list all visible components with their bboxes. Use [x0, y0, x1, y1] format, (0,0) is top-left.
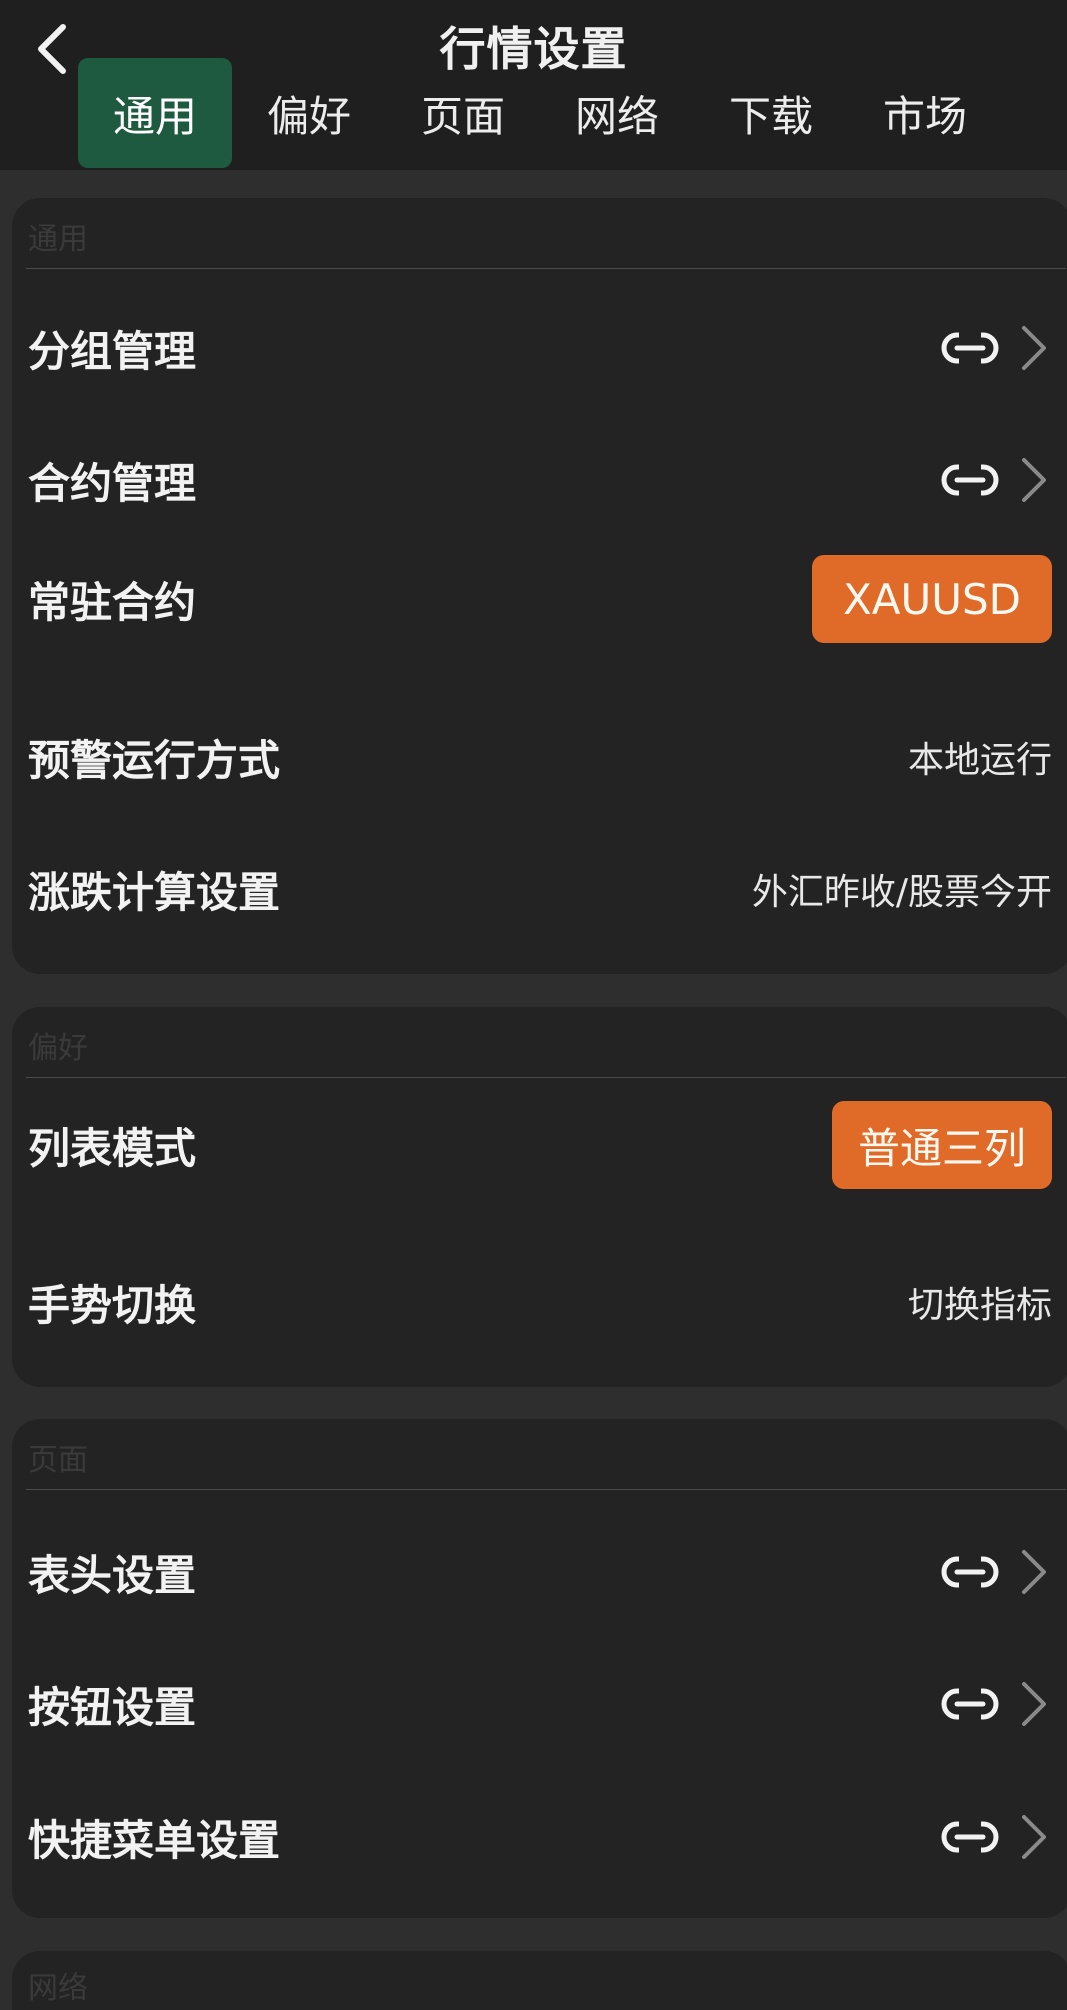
back-button[interactable]: [22, 14, 82, 84]
row-label: 表头设置: [28, 1550, 197, 1600]
tab-download[interactable]: 下载: [694, 58, 848, 168]
tab-market[interactable]: 市场: [848, 58, 1002, 168]
tab-network[interactable]: 网络: [540, 58, 694, 168]
row-actions: [940, 456, 1052, 504]
row-actions: 切换指标: [908, 1276, 1052, 1328]
row-actions: 普通三列: [832, 1101, 1052, 1189]
chevron-right-icon: [1022, 1815, 1046, 1859]
chevron-right-icon: [1022, 1682, 1046, 1726]
row-change-calculation[interactable]: 涨跌计算设置 外汇昨收/股票今开: [12, 834, 1052, 944]
tab-bar: 通用 偏好 页面 网络 下载 市场: [78, 58, 1002, 168]
row-actions: XAUUSD: [812, 555, 1052, 643]
row-label: 快捷菜单设置: [28, 1815, 281, 1865]
section-general: 通用 分组管理 合约管理 常驻合约 XAUUSD 预警运行方式 本地运行 涨跌计…: [12, 198, 1067, 974]
tab-preference[interactable]: 偏好: [232, 58, 386, 168]
row-button-settings[interactable]: 按钮设置: [12, 1649, 1052, 1759]
row-label: 合约管理: [28, 458, 197, 508]
row-quick-menu-settings[interactable]: 快捷菜单设置: [12, 1782, 1052, 1892]
row-actions: [940, 1548, 1052, 1596]
row-actions: 外汇昨收/股票今开: [752, 863, 1052, 915]
link-icon: [941, 1552, 999, 1592]
row-label: 按钮设置: [28, 1682, 197, 1732]
row-alert-mode[interactable]: 预警运行方式 本地运行: [12, 702, 1052, 812]
alert-mode-value: 本地运行: [907, 740, 1052, 781]
top-bar: 行情设置 通用 偏好 页面 网络 下载 市场: [0, 0, 1067, 170]
row-resident-contract: 常驻合约 XAUUSD: [12, 544, 1052, 654]
row-actions: [940, 1813, 1052, 1861]
section-divider: [26, 268, 1066, 269]
row-header-settings[interactable]: 表头设置: [12, 1517, 1052, 1627]
tab-page[interactable]: 页面: [386, 58, 540, 168]
row-label: 手势切换: [28, 1280, 197, 1330]
section-divider: [26, 1077, 1066, 1078]
row-actions: [940, 1680, 1052, 1728]
section-divider: [26, 1489, 1066, 1490]
link-icon: [941, 328, 999, 368]
list-mode-button[interactable]: 普通三列: [832, 1101, 1052, 1189]
chevron-right-icon: [1022, 1550, 1046, 1594]
section-title-general: 通用: [28, 222, 88, 257]
row-actions: 本地运行: [908, 731, 1052, 783]
change-calculation-value: 外汇昨收/股票今开: [751, 872, 1052, 913]
section-title-page: 页面: [28, 1443, 88, 1478]
chevron-right-icon: [1022, 458, 1046, 502]
tab-general[interactable]: 通用: [78, 58, 232, 168]
gesture-switch-value: 切换指标: [907, 1285, 1052, 1326]
row-label: 涨跌计算设置: [28, 867, 281, 917]
link-icon: [941, 460, 999, 500]
row-contract-management[interactable]: 合约管理: [12, 425, 1052, 535]
link-icon: [941, 1684, 999, 1724]
chevron-right-icon: [1022, 326, 1046, 370]
row-actions: [940, 324, 1052, 372]
row-label: 分组管理: [28, 326, 197, 376]
section-page: 页面 表头设置 按钮设置 快捷菜单设置: [12, 1419, 1067, 1918]
row-label: 常驻合约: [28, 577, 197, 627]
row-gesture-switch[interactable]: 手势切换 切换指标: [12, 1247, 1052, 1357]
section-preference: 偏好 列表模式 普通三列 手势切换 切换指标: [12, 1007, 1067, 1387]
row-group-management[interactable]: 分组管理: [12, 293, 1052, 403]
row-label: 列表模式: [28, 1123, 197, 1173]
link-icon: [941, 1817, 999, 1857]
section-title-network: 网络: [28, 1971, 88, 2006]
resident-contract-button[interactable]: XAUUSD: [812, 555, 1052, 643]
row-label: 预警运行方式: [28, 735, 281, 785]
section-title-preference: 偏好: [28, 1031, 88, 1066]
chevron-left-icon: [38, 24, 66, 74]
row-list-mode: 列表模式 普通三列: [12, 1090, 1052, 1200]
section-network: 网络: [12, 1951, 1067, 2010]
